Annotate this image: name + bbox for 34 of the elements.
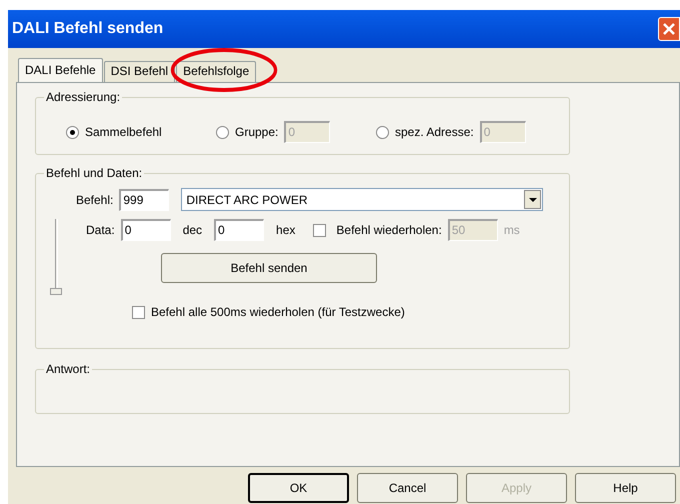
- checkbox[interactable]: [132, 306, 145, 318]
- window-title: DALI Befehl senden: [12, 19, 164, 39]
- slider[interactable]: [50, 219, 62, 295]
- checkbox-label: Befehl alle 500ms wiederholen (für Testzwecke): [151, 304, 405, 321]
- group-title: Adressierung:: [44, 89, 122, 105]
- radio-button[interactable]: [376, 126, 389, 138]
- tab[interactable]: Befehlsfolge: [176, 61, 256, 82]
- send-button[interactable]: Befehl senden: [161, 253, 377, 283]
- dialog-button[interactable]: OK: [248, 473, 349, 503]
- dropdown-button[interactable]: [524, 190, 542, 209]
- dialog-button[interactable]: Cancel: [357, 473, 458, 503]
- dropdown[interactable]: DIRECT ARC POWER: [181, 188, 544, 211]
- radio-label: Gruppe:: [235, 124, 278, 141]
- tab[interactable]: DSI Befehl: [104, 61, 176, 82]
- radio-label: Sammelbefehl: [85, 124, 162, 141]
- close-button[interactable]: [658, 17, 680, 41]
- unit-label: hex: [276, 222, 296, 239]
- radio-button[interactable]: [216, 126, 229, 138]
- field-label: Data:: [86, 222, 115, 239]
- input-field[interactable]: 0: [214, 219, 264, 241]
- slider-thumb[interactable]: [50, 288, 62, 295]
- radio-button[interactable]: [66, 126, 79, 138]
- unit-label: dec: [182, 222, 202, 239]
- dialog-button[interactable]: Help: [575, 473, 676, 503]
- field-label: Befehl:: [76, 192, 114, 208]
- close-icon: [663, 23, 675, 35]
- input-field[interactable]: 999: [119, 188, 170, 210]
- checkbox-label: Befehl wiederholen:: [336, 222, 442, 239]
- caret-icon: [528, 198, 537, 202]
- unit-label: ms: [504, 222, 520, 239]
- radio-label: spez. Adresse:: [395, 124, 474, 141]
- input-field[interactable]: 0: [120, 219, 171, 241]
- tab[interactable]: DALI Befehle: [18, 58, 103, 82]
- dropdown-value: DIRECT ARC POWER: [186, 192, 308, 208]
